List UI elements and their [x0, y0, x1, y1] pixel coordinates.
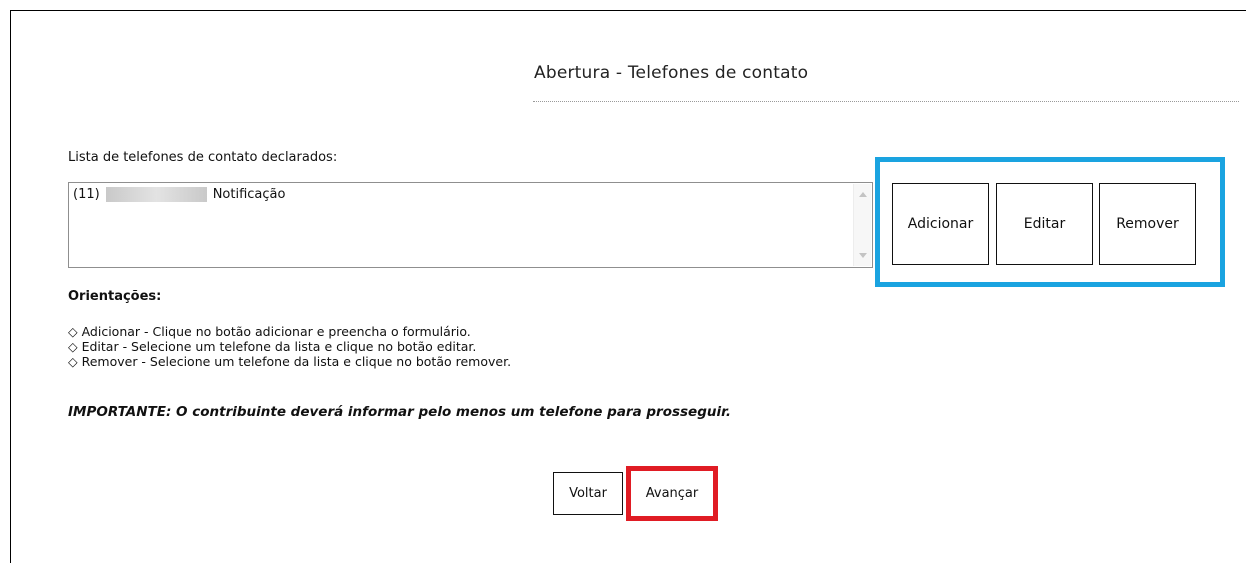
page-title: Abertura - Telefones de contato	[534, 63, 809, 83]
guidance-item-edit: ◇ Editar - Selecione um telefone da list…	[68, 339, 477, 354]
guidance-title: Orientações:	[68, 289, 162, 304]
add-phone-button[interactable]: Adicionar	[892, 183, 989, 265]
scroll-down-arrow-icon[interactable]	[859, 253, 867, 258]
title-divider	[533, 101, 1239, 102]
guidance-item-remove: ◇ Remover - Selecione um telefone da lis…	[68, 354, 512, 369]
redacted-phone-number	[105, 186, 207, 202]
contact-phone-listbox[interactable]: (11) Notificação	[68, 182, 873, 268]
important-notice: IMPORTANTE: O contribuinte deverá inform…	[68, 404, 731, 420]
scroll-up-arrow-icon[interactable]	[859, 192, 867, 197]
guidance-list: ◇ Adicionar - Clique no botão adicionar …	[68, 324, 511, 369]
phone-type: Notificação	[212, 186, 286, 202]
contact-list-label: Lista de telefones de contato declarados…	[68, 150, 338, 165]
list-item[interactable]: (11) Notificação	[73, 186, 285, 202]
next-button[interactable]: Avançar	[633, 472, 711, 515]
guidance-item-add: ◇ Adicionar - Clique no botão adicionar …	[68, 324, 471, 339]
remove-phone-button[interactable]: Remover	[1099, 183, 1196, 265]
edit-phone-button[interactable]: Editar	[996, 183, 1093, 265]
listbox-scrollbar[interactable]	[853, 184, 871, 266]
phone-area-code: (11)	[73, 186, 100, 202]
back-button[interactable]: Voltar	[553, 472, 623, 515]
